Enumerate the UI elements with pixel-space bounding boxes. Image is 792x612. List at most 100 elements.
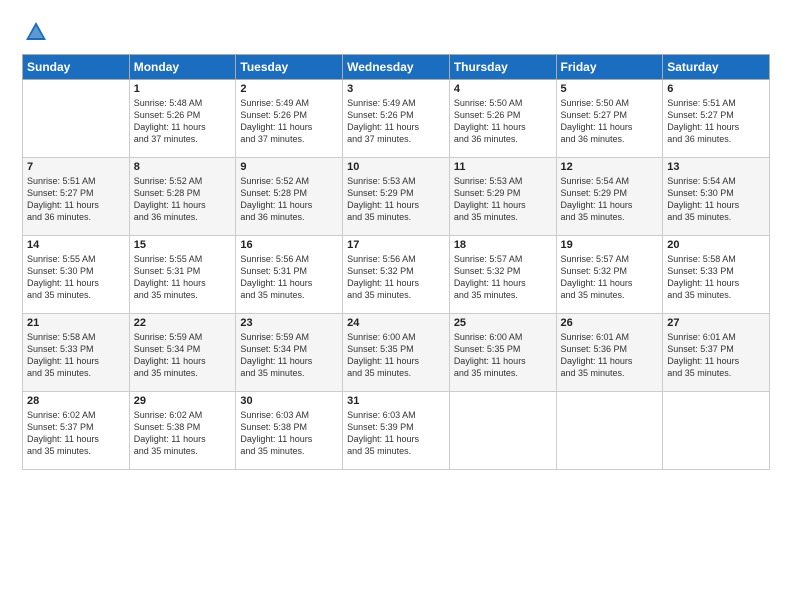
cell-info: Sunrise: 5:55 AM Sunset: 5:30 PM Dayligh…	[27, 253, 125, 302]
day-number: 31	[347, 395, 445, 407]
day-number: 20	[667, 239, 765, 251]
cell-5-3: 30 Sunrise: 6:03 AM Sunset: 5:38 PM Dayli…	[236, 392, 343, 470]
day-number: 30	[240, 395, 338, 407]
cell-4-1: 21Sunrise: 5:58 AM Sunset: 5:33 PM Dayli…	[23, 314, 130, 392]
cell-4-5: 25 Sunrise: 6:00 AM Sunset: 5:35 PM Dayli…	[449, 314, 556, 392]
cell-info: Sunrise: 6:01 AM Sunset: 5:37 PM Dayligh…	[667, 331, 765, 380]
day-number: 9	[240, 161, 338, 173]
cell-info: Sunrise: 5:51 AM Sunset: 5:27 PM Dayligh…	[667, 97, 765, 146]
cell-info: Sunrise: 5:56 AM Sunset: 5:32 PM Dayligh…	[347, 253, 445, 302]
cell-info: Sunrise: 5:52 AM Sunset: 5:28 PM Dayligh…	[240, 175, 338, 224]
cell-3-1: 14 Sunrise: 5:55 AM Sunset: 5:30 PM Dayli…	[23, 236, 130, 314]
cell-info: Sunrise: 5:50 AM Sunset: 5:26 PM Dayligh…	[454, 97, 552, 146]
day-number: 27	[667, 317, 765, 329]
day-number: 2	[240, 83, 338, 95]
header-tuesday: Tuesday	[236, 55, 343, 80]
day-number: 1	[134, 83, 232, 95]
week-row-3: 14 Sunrise: 5:55 AM Sunset: 5:30 PM Dayli…	[23, 236, 770, 314]
cell-info: Sunrise: 5:58 AM Sunset: 5:33 PM Dayligh…	[667, 253, 765, 302]
cell-4-3: 23Sunrise: 5:59 AM Sunset: 5:34 PM Dayli…	[236, 314, 343, 392]
cell-5-5	[449, 392, 556, 470]
day-number: 10	[347, 161, 445, 173]
cell-5-4: 31 Sunrise: 6:03 AM Sunset: 5:39 PM Dayli…	[343, 392, 450, 470]
week-row-2: 7 Sunrise: 5:51 AM Sunset: 5:27 PM Daylig…	[23, 158, 770, 236]
week-row-5: 28 Sunrise: 6:02 AM Sunset: 5:37 PM Dayli…	[23, 392, 770, 470]
cell-5-1: 28 Sunrise: 6:02 AM Sunset: 5:37 PM Dayli…	[23, 392, 130, 470]
header-friday: Friday	[556, 55, 663, 80]
cell-info: Sunrise: 5:49 AM Sunset: 5:26 PM Dayligh…	[240, 97, 338, 146]
cell-2-4: 10 Sunrise: 5:53 AM Sunset: 5:29 PM Dayli…	[343, 158, 450, 236]
cell-info: Sunrise: 6:02 AM Sunset: 5:38 PM Dayligh…	[134, 409, 232, 458]
logo-icon	[22, 18, 50, 46]
cell-2-2: 8 Sunrise: 5:52 AM Sunset: 5:28 PM Daylig…	[129, 158, 236, 236]
day-number: 16	[240, 239, 338, 251]
day-number: 6	[667, 83, 765, 95]
cell-2-1: 7 Sunrise: 5:51 AM Sunset: 5:27 PM Daylig…	[23, 158, 130, 236]
day-number: 13	[667, 161, 765, 173]
cell-5-7	[663, 392, 770, 470]
day-number: 29	[134, 395, 232, 407]
cell-info: Sunrise: 6:00 AM Sunset: 5:35 PM Dayligh…	[454, 331, 552, 380]
calendar-table: SundayMondayTuesdayWednesdayThursdayFrid…	[22, 54, 770, 470]
cell-1-6: 5Sunrise: 5:50 AM Sunset: 5:27 PM Daylig…	[556, 80, 663, 158]
cell-info: Sunrise: 5:57 AM Sunset: 5:32 PM Dayligh…	[454, 253, 552, 302]
cell-1-1	[23, 80, 130, 158]
day-number: 21	[27, 317, 125, 329]
cell-5-2: 29 Sunrise: 6:02 AM Sunset: 5:38 PM Dayli…	[129, 392, 236, 470]
cell-1-7: 6 Sunrise: 5:51 AM Sunset: 5:27 PM Daylig…	[663, 80, 770, 158]
cell-3-5: 18 Sunrise: 5:57 AM Sunset: 5:32 PM Dayli…	[449, 236, 556, 314]
header-wednesday: Wednesday	[343, 55, 450, 80]
cell-info: Sunrise: 5:55 AM Sunset: 5:31 PM Dayligh…	[134, 253, 232, 302]
day-number: 24	[347, 317, 445, 329]
cell-info: Sunrise: 5:51 AM Sunset: 5:27 PM Dayligh…	[27, 175, 125, 224]
day-number: 3	[347, 83, 445, 95]
cell-3-2: 15 Sunrise: 5:55 AM Sunset: 5:31 PM Dayli…	[129, 236, 236, 314]
header-monday: Monday	[129, 55, 236, 80]
header	[22, 18, 770, 46]
cell-info: Sunrise: 5:54 AM Sunset: 5:30 PM Dayligh…	[667, 175, 765, 224]
day-number: 15	[134, 239, 232, 251]
day-number: 11	[454, 161, 552, 173]
day-number: 5	[561, 83, 659, 95]
cell-4-6: 26Sunrise: 6:01 AM Sunset: 5:36 PM Dayli…	[556, 314, 663, 392]
cell-1-2: 1 Sunrise: 5:48 AM Sunset: 5:26 PM Daylig…	[129, 80, 236, 158]
day-number: 14	[27, 239, 125, 251]
cell-info: Sunrise: 5:54 AM Sunset: 5:29 PM Dayligh…	[561, 175, 659, 224]
cell-3-7: 20 Sunrise: 5:58 AM Sunset: 5:33 PM Dayli…	[663, 236, 770, 314]
cell-info: Sunrise: 6:02 AM Sunset: 5:37 PM Dayligh…	[27, 409, 125, 458]
cell-1-3: 2 Sunrise: 5:49 AM Sunset: 5:26 PM Daylig…	[236, 80, 343, 158]
cell-1-5: 4Sunrise: 5:50 AM Sunset: 5:26 PM Daylig…	[449, 80, 556, 158]
day-number: 22	[134, 317, 232, 329]
cell-info: Sunrise: 5:49 AM Sunset: 5:26 PM Dayligh…	[347, 97, 445, 146]
cell-2-6: 12 Sunrise: 5:54 AM Sunset: 5:29 PM Dayli…	[556, 158, 663, 236]
day-number: 25	[454, 317, 552, 329]
cell-info: Sunrise: 6:03 AM Sunset: 5:39 PM Dayligh…	[347, 409, 445, 458]
cell-2-5: 11Sunrise: 5:53 AM Sunset: 5:29 PM Dayli…	[449, 158, 556, 236]
cell-3-3: 16Sunrise: 5:56 AM Sunset: 5:31 PM Dayli…	[236, 236, 343, 314]
day-number: 19	[561, 239, 659, 251]
day-number: 7	[27, 161, 125, 173]
cell-3-6: 19 Sunrise: 5:57 AM Sunset: 5:32 PM Dayli…	[556, 236, 663, 314]
day-number: 17	[347, 239, 445, 251]
cell-info: Sunrise: 6:01 AM Sunset: 5:36 PM Dayligh…	[561, 331, 659, 380]
cell-info: Sunrise: 5:57 AM Sunset: 5:32 PM Dayligh…	[561, 253, 659, 302]
cell-info: Sunrise: 5:48 AM Sunset: 5:26 PM Dayligh…	[134, 97, 232, 146]
day-number: 12	[561, 161, 659, 173]
cell-info: Sunrise: 5:52 AM Sunset: 5:28 PM Dayligh…	[134, 175, 232, 224]
cell-4-7: 27 Sunrise: 6:01 AM Sunset: 5:37 PM Dayli…	[663, 314, 770, 392]
day-number: 28	[27, 395, 125, 407]
cell-info: Sunrise: 5:53 AM Sunset: 5:29 PM Dayligh…	[347, 175, 445, 224]
day-number: 8	[134, 161, 232, 173]
header-sunday: Sunday	[23, 55, 130, 80]
cell-4-2: 22 Sunrise: 5:59 AM Sunset: 5:34 PM Dayli…	[129, 314, 236, 392]
day-number: 18	[454, 239, 552, 251]
cell-info: Sunrise: 5:59 AM Sunset: 5:34 PM Dayligh…	[134, 331, 232, 380]
cell-info: Sunrise: 5:59 AM Sunset: 5:34 PM Dayligh…	[240, 331, 338, 380]
header-thursday: Thursday	[449, 55, 556, 80]
calendar-header-row: SundayMondayTuesdayWednesdayThursdayFrid…	[23, 55, 770, 80]
cell-1-4: 3 Sunrise: 5:49 AM Sunset: 5:26 PM Daylig…	[343, 80, 450, 158]
cell-info: Sunrise: 6:03 AM Sunset: 5:38 PM Dayligh…	[240, 409, 338, 458]
cell-2-3: 9 Sunrise: 5:52 AM Sunset: 5:28 PM Daylig…	[236, 158, 343, 236]
cell-5-6	[556, 392, 663, 470]
week-row-1: 1 Sunrise: 5:48 AM Sunset: 5:26 PM Daylig…	[23, 80, 770, 158]
